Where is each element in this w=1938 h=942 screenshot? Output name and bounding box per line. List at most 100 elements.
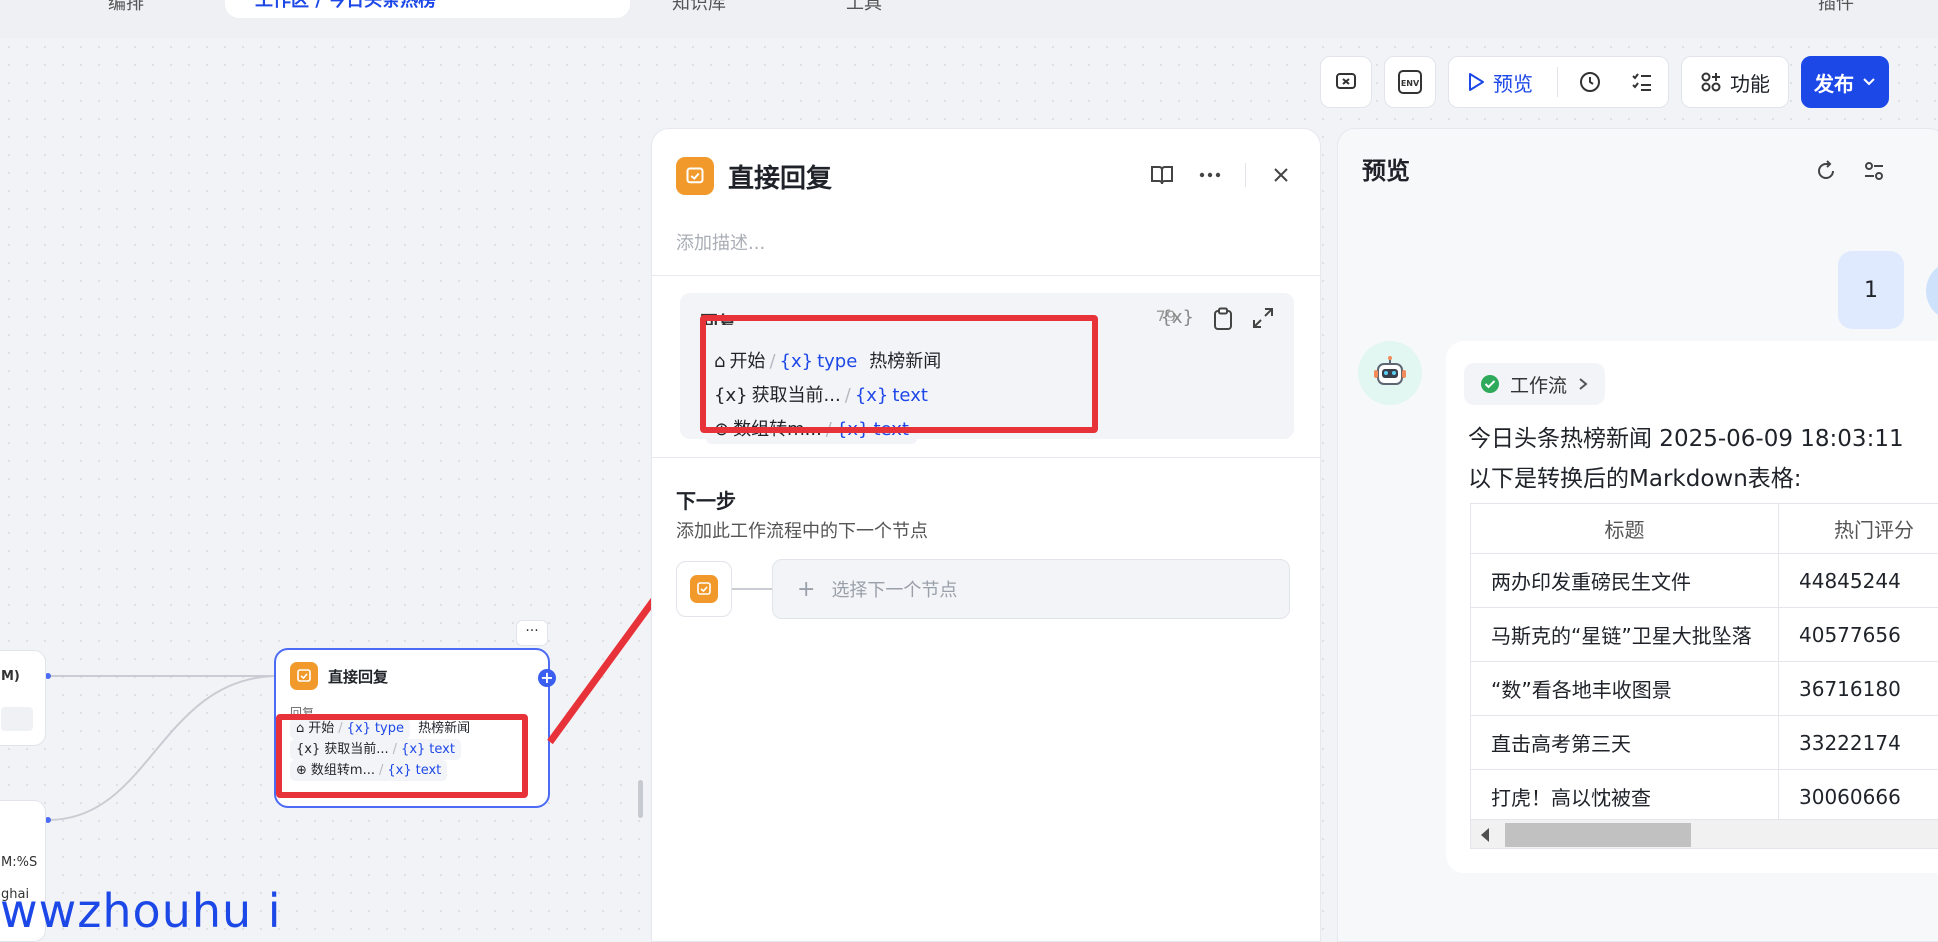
message-text: 今日头条热榜新闻 2025-06-09 18:03:11 以下是转换后的Mark… (1468, 419, 1904, 499)
code-icon: ⊕ (714, 419, 730, 440)
refresh-icon[interactable] (1814, 159, 1838, 183)
divider (652, 457, 1322, 458)
panel-title[interactable]: 直接回复 (728, 158, 832, 195)
table-horizontal-scrollbar[interactable] (1470, 819, 1938, 849)
scrollbar-thumb[interactable] (1505, 823, 1691, 847)
table-cell: “数”看各地丰收图景 (1470, 661, 1779, 716)
table-row: “数”看各地丰收图景 36716180 (1470, 661, 1938, 716)
description-input[interactable]: 添加描述... (676, 229, 765, 255)
var-chip: ⌂ 开始 / {x} type (290, 718, 410, 739)
var-name: text (415, 763, 442, 778)
left-node-title: M) (1, 669, 20, 684)
node-header: 直接回复 (290, 662, 534, 690)
chevron-right-icon (1579, 378, 1588, 390)
home-icon: ⌂ (714, 351, 726, 372)
settings-sliders-icon[interactable] (1862, 159, 1886, 183)
variable-icon: {x} (835, 419, 870, 440)
svg-text:ENV: ENV (1401, 79, 1420, 88)
tab-plugins[interactable]: 插件 (1818, 0, 1854, 18)
node-subtitle: 回复 (290, 706, 315, 718)
preview-group: 预览 (1448, 56, 1669, 108)
preview-label: 预览 (1493, 71, 1533, 96)
select-next-label: 选择下一个节点 (831, 580, 958, 601)
var-name: text (429, 742, 455, 757)
tab-knowledge[interactable]: 知识库 (672, 0, 726, 18)
features-label: 功能 (1730, 71, 1770, 96)
checklist-button[interactable] (1320, 56, 1372, 108)
preview-button[interactable]: 预览 (1449, 57, 1551, 107)
expand-icon[interactable] (1252, 307, 1274, 329)
table-row: 直击高考第三天 33222174 (1470, 715, 1938, 770)
home-icon: ⌂ (296, 721, 305, 736)
table-row: 两办印发重磅民生文件 44845244 (1470, 553, 1938, 608)
watermark-text: wwzhouhu i (0, 884, 282, 938)
message-x-icon (1336, 73, 1356, 89)
connector-line (732, 588, 772, 590)
more-icon[interactable] (1197, 162, 1223, 188)
plus-icon: + (797, 576, 816, 602)
clipboard-icon[interactable] (1212, 307, 1234, 331)
scroll-left-icon[interactable] (1481, 828, 1489, 842)
var-name: type (817, 351, 858, 372)
direct-reply-node[interactable]: 直接回复 回复 ⌂ 开始 / {x} type 热榜新闻 {x} 获取当前...… (274, 648, 550, 808)
checklist-panel-button[interactable] (1616, 57, 1668, 107)
message-line: 今日头条热榜新闻 2025-06-09 18:03:11 (1468, 426, 1904, 452)
resize-handle[interactable] (638, 780, 643, 818)
table-cell: 打虎！高以忱被查 (1470, 769, 1779, 824)
help-book-icon[interactable] (1149, 162, 1175, 188)
workflow-status-pill[interactable]: 工作流 (1464, 363, 1606, 405)
insert-variable-icon[interactable]: {x} (1160, 307, 1194, 331)
variable-icon: {x} (401, 742, 426, 757)
workflow-label: 工作流 (1510, 374, 1568, 397)
var-node: 开始 (729, 351, 766, 372)
variable-icon: {x} (779, 351, 814, 372)
next-step-title: 下一步 (676, 489, 736, 513)
publish-label: 发布 (1814, 71, 1854, 96)
left-node-partial[interactable]: M) (0, 650, 46, 746)
robot-icon (1374, 356, 1406, 385)
var-node: 获取当前... (751, 385, 841, 406)
var-text: 热榜新闻 (869, 351, 942, 372)
reply-node-icon (676, 157, 714, 195)
tab-label: 工具 (846, 0, 882, 14)
var-node: 数组转m... (733, 419, 822, 440)
checklist-icon (1632, 73, 1651, 91)
more-icon: ··· (525, 623, 539, 639)
select-next-node-button[interactable]: + 选择下一个节点 (772, 559, 1290, 619)
close-icon[interactable] (1268, 162, 1294, 188)
var-chip: ⊕ 数组转m... / {x} text (290, 760, 448, 781)
table-cell: 36716180 (1778, 661, 1938, 716)
reply-editor[interactable]: 回复 79 {x} ⌂ 开始 / {x} type 热榜新闻 {x} 获取当前.… (680, 293, 1294, 444)
table-cell: 33222174 (1778, 715, 1938, 770)
node-title: 直接回复 (328, 667, 389, 686)
var-name: text (873, 419, 909, 440)
env-button[interactable]: ENV (1384, 56, 1436, 108)
reply-label: 回复 (700, 313, 736, 325)
var-chip[interactable]: ⌂ 开始 / {x} type (706, 348, 866, 376)
var-chip[interactable]: {x} 获取当前... / {x} text (706, 382, 936, 410)
bot-avatar (1358, 341, 1422, 405)
features-button[interactable]: 功能 (1681, 56, 1789, 108)
node-config-panel: 直接回复 添加描述... 回复 79 {x} ⌂ 开始 / {x} type 热… (651, 128, 1322, 942)
table-cell: 40577656 (1778, 607, 1938, 662)
publish-button[interactable]: 发布 (1801, 56, 1889, 108)
preview-title: 预览 (1362, 157, 1410, 185)
run-history-button[interactable] (1564, 57, 1616, 107)
table-cell: 30060666 (1778, 769, 1938, 824)
panel-tools (1149, 162, 1294, 188)
next-step-desc: 添加此工作流程中的下一个节点 (676, 521, 928, 542)
table-cell: 直击高考第三天 (1470, 715, 1779, 770)
history-icon (1580, 72, 1600, 92)
table-cell: 44845244 (1778, 553, 1938, 608)
tab-tools[interactable]: 工具 (846, 0, 882, 18)
variable-icon: {x} (346, 721, 371, 736)
var-chip[interactable]: ⊕ 数组转m... / {x} text (706, 416, 917, 444)
var-node: 数组转m... (310, 763, 375, 778)
var-name: type (374, 721, 404, 736)
preview-tools (1814, 159, 1886, 183)
chevron-down-icon (1863, 78, 1875, 86)
user-message-text: 1 (1864, 277, 1878, 303)
top-toolbar: ENV 预览 功能 发布 (1320, 56, 1889, 108)
message-line: 以下是转换后的Markdown表格: (1468, 466, 1802, 492)
user-message: 1 (1838, 251, 1904, 329)
